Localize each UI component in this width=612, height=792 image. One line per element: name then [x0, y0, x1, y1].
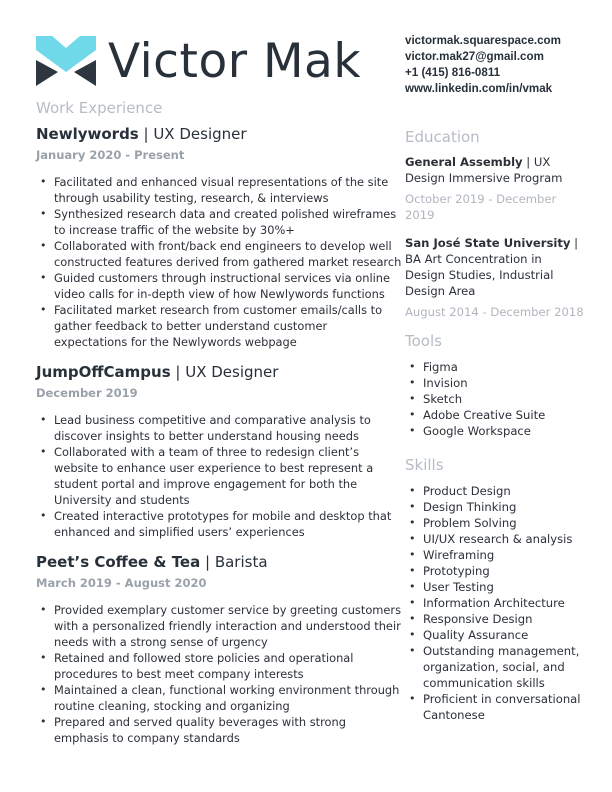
school-name: San José State University [405, 236, 571, 250]
job-bullet: Guided customers through instructional s… [36, 270, 402, 302]
job-bullet: Facilitated market research from custome… [36, 302, 402, 350]
job-role: Barista [214, 553, 268, 571]
school-name: General Assembly [405, 155, 523, 169]
job-dates: March 2019 - August 2020 [36, 576, 207, 590]
linkedin-link[interactable]: www.linkedin.com/in/vmak [405, 81, 561, 97]
job-bullet: Lead business competitive and comparativ… [36, 412, 402, 444]
education-dates: October 2019 - December 2019 [405, 192, 557, 222]
skill-item: Information Architecture [405, 595, 585, 611]
tool-item: Adobe Creative Suite [405, 407, 585, 423]
skill-item: User Testing [405, 579, 585, 595]
job-title: Newlywords | UX Designer [36, 124, 402, 144]
job-bullets: Provided exemplary customer service by g… [36, 602, 402, 746]
job-title: Peet’s Coffee & Tea | Barista [36, 552, 402, 572]
job-bullet: Created interactive prototypes for mobil… [36, 508, 402, 540]
program-name: BA Art Concentration in Design Studies, … [405, 252, 554, 298]
resume-name: Victor Mak [108, 34, 362, 89]
job-bullets: Facilitated and enhanced visual represen… [36, 174, 402, 350]
job-title: JumpOffCampus | UX Designer [36, 362, 402, 382]
email-link[interactable]: victor.mak27@gmail.com [405, 49, 561, 65]
work-experience-heading: Work Experience [36, 99, 163, 117]
job-role: UX Designer [153, 125, 247, 143]
school-separator: | [522, 155, 534, 169]
skill-item: Outstanding management, organization, so… [405, 643, 585, 691]
contact-block: victormak.squarespace.com victor.mak27@g… [405, 33, 561, 97]
work-experience-section: Newlywords | UX Designer January 2020 - … [36, 124, 402, 746]
job-company: Newlywords [36, 125, 139, 143]
tools-heading: Tools [405, 332, 442, 350]
job-bullet: Collaborated with front/back end enginee… [36, 238, 402, 270]
job-separator: | [200, 553, 215, 571]
job-bullets: Lead business competitive and comparativ… [36, 412, 402, 540]
tool-item: Sketch [405, 391, 585, 407]
tool-item: Figma [405, 359, 585, 375]
job-entry: Peet’s Coffee & Tea | Barista March 2019… [36, 552, 402, 746]
education-school: San José State University | BA Art Conce… [405, 235, 585, 299]
job-entry: Newlywords | UX Designer January 2020 - … [36, 124, 402, 350]
skills-heading: Skills [405, 456, 444, 474]
skill-item: Proficient in conversational Cantonese [405, 691, 585, 723]
job-company: Peet’s Coffee & Tea [36, 553, 201, 571]
tools-list: Figma Invision Sketch Adobe Creative Sui… [405, 359, 585, 439]
skills-list: Product Design Design Thinking Problem S… [405, 483, 585, 723]
job-separator: | [138, 125, 154, 143]
job-entry: JumpOffCampus | UX Designer December 201… [36, 362, 402, 540]
skill-item: Wireframing [405, 547, 585, 563]
education-section: General Assembly | UX Design Immersive P… [405, 154, 585, 320]
skill-item: Responsive Design [405, 611, 585, 627]
logo-dark-right [74, 60, 96, 86]
school-separator: | [570, 236, 579, 250]
skill-item: Product Design [405, 483, 585, 499]
skill-item: UI/UX research & analysis [405, 531, 585, 547]
job-bullet: Provided exemplary customer service by g… [36, 602, 402, 650]
job-role: UX Designer [185, 363, 279, 381]
job-bullet: Maintained a clean, functional working e… [36, 682, 402, 714]
skill-item: Prototyping [405, 563, 585, 579]
job-dates: December 2019 [36, 386, 138, 400]
education-school: General Assembly | UX Design Immersive P… [405, 154, 585, 186]
job-separator: | [170, 363, 186, 381]
tool-item: Google Workspace [405, 423, 585, 439]
job-company: JumpOffCampus [36, 363, 171, 381]
job-dates: January 2020 - Present [36, 148, 185, 162]
skill-item: Quality Assurance [405, 627, 585, 643]
education-entry: San José State University | BA Art Conce… [405, 235, 585, 320]
job-bullet: Facilitated and enhanced visual represen… [36, 174, 402, 206]
phone-number: +1 (415) 816-0811 [405, 66, 501, 79]
job-bullet: Synthesized research data and created po… [36, 206, 402, 238]
education-heading: Education [405, 128, 480, 146]
tool-item: Invision [405, 375, 585, 391]
education-entry: General Assembly | UX Design Immersive P… [405, 154, 585, 223]
education-dates: August 2014 - December 2018 [405, 305, 584, 319]
logo-dark-left [36, 60, 58, 86]
job-bullet: Collaborated with a team of three to red… [36, 444, 402, 508]
job-bullet: Retained and followed store policies and… [36, 650, 402, 682]
job-bullet: Prepared and served quality beverages wi… [36, 714, 402, 746]
website-link[interactable]: victormak.squarespace.com [405, 33, 561, 49]
vm-logo [36, 36, 96, 86]
skill-item: Design Thinking [405, 499, 585, 515]
skill-item: Problem Solving [405, 515, 585, 531]
